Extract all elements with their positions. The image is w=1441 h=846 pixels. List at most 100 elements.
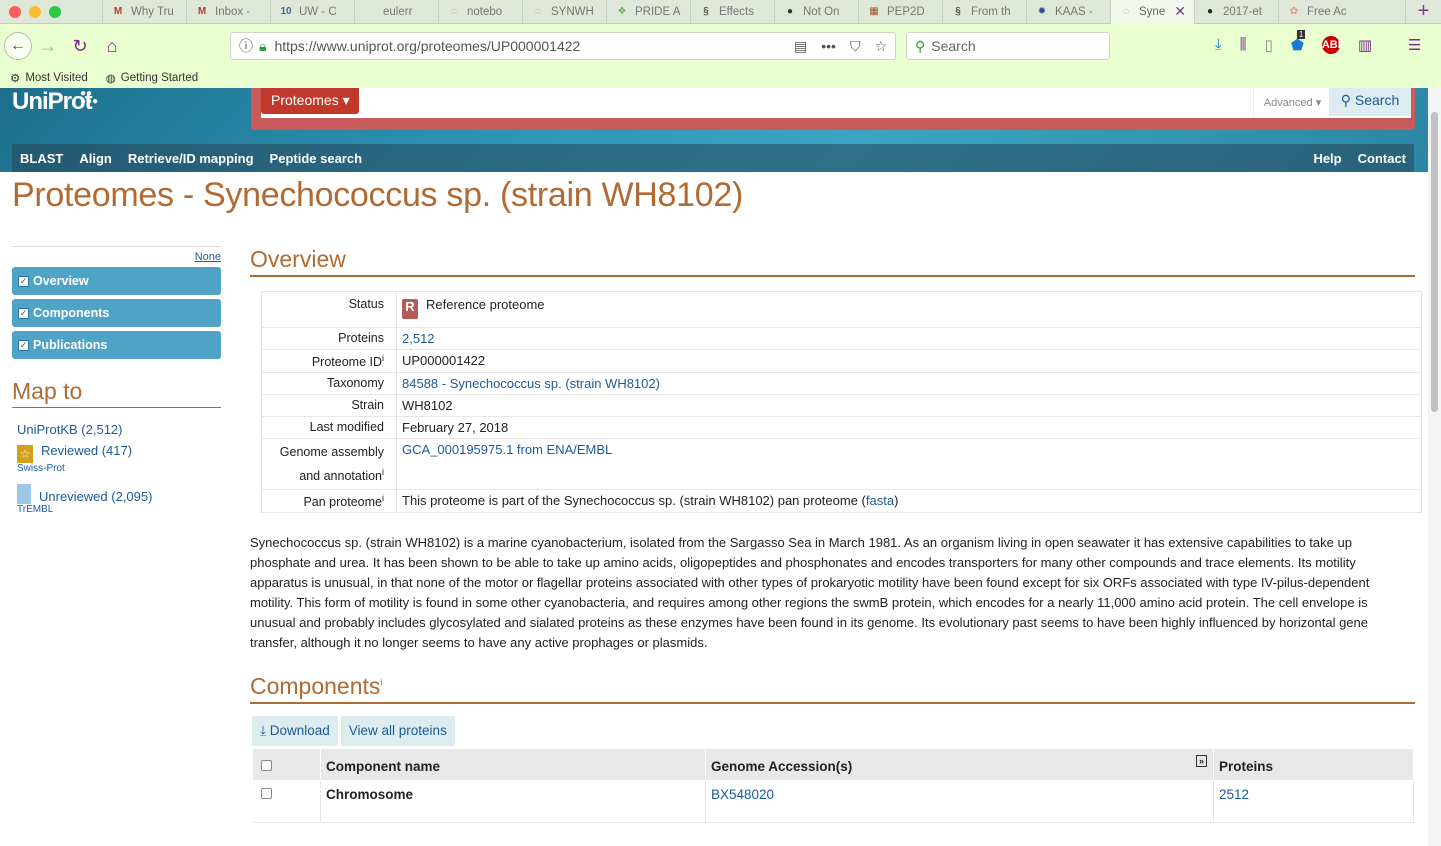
arrow-right-icon: → [39, 35, 57, 56]
tab-favicon-icon: M [113, 6, 123, 17]
row-checkbox[interactable] [260, 788, 272, 800]
back-button[interactable]: ← [4, 32, 32, 60]
pan-proteome-key: Pan proteomei [261, 489, 397, 514]
menu-retrieve[interactable]: Retrieve/ID mapping [128, 151, 254, 166]
dataset-dropdown[interactable]: Proteomes ▾ [261, 88, 359, 114]
pocket-icon[interactable]: ⛉ [850, 38, 861, 55]
tab-label: Not On [803, 5, 840, 18]
checkbox-checked-icon[interactable]: ✓ [18, 307, 29, 319]
bookmark-getting-started[interactable]: ◍ Getting Started [106, 71, 198, 85]
browser-tab[interactable]: ✿ Free Ac [1278, 0, 1362, 24]
proteins-count-link[interactable]: 2512 [1219, 787, 1249, 802]
tab-label: eulerr [383, 5, 413, 18]
genome-accession-link[interactable]: BX548020 [711, 787, 774, 802]
proteins-link[interactable]: 2,512 [402, 331, 435, 346]
select-none-link[interactable]: None [12, 246, 221, 263]
taxonomy-key: Taxonomy [261, 372, 397, 396]
browser-tab[interactable]: eulerr [354, 0, 438, 24]
info-icon[interactable]: i [382, 493, 384, 503]
table-row: Chromosome BX548020 2512 [252, 780, 1414, 824]
checkbox-checked-icon[interactable]: ✓ [18, 339, 29, 351]
bookmark-most-visited[interactable]: ⚙ Most Visited [10, 71, 88, 85]
unreviewed-link[interactable]: Unreviewed (2,095) [39, 489, 152, 504]
proteome-description: Synechococcus sp. (strain WH8102) is a m… [250, 535, 1370, 651]
bookmark-star-icon[interactable]: ☆ [874, 38, 887, 55]
reader-view-icon[interactable]: ▤ [794, 38, 807, 55]
browser-tab[interactable]: ◌ notebo [438, 0, 522, 24]
tab-favicon-icon: § [955, 6, 961, 17]
tab-strip: M Why Tru M Inbox - 10 UW - C eulerr ◌ notebo ◌ SY… [102, 0, 1405, 24]
overview-heading: Overview [250, 246, 1415, 277]
advanced-search-link[interactable]: Advanced ▾ [1253, 88, 1331, 118]
col-proteins[interactable]: Proteins [1213, 748, 1414, 782]
sidebar-icon[interactable]: ▥ [1358, 36, 1372, 54]
query-input[interactable] [361, 88, 1251, 118]
tab-label: PEP2D [887, 5, 925, 18]
browser-tab[interactable]: M Why Tru [102, 0, 186, 24]
page-icon[interactable]: ▯ [1265, 36, 1273, 54]
menu-contact[interactable]: Contact [1358, 151, 1406, 166]
download-icon: ⤓ [260, 723, 270, 739]
minimize-window-button[interactable] [29, 5, 41, 18]
maximize-window-button[interactable] [49, 5, 61, 18]
tab-favicon-icon: ◌ [1123, 6, 1129, 17]
home-button[interactable]: ⌂ [96, 36, 128, 57]
col-component-name[interactable]: Component name [320, 748, 706, 782]
logo-dots-icon: ●● ●●● [80, 88, 99, 107]
map-to-panel: Map to UniProtKB (2,512) ☆ Reviewed (417)… [12, 378, 221, 515]
adblock-icon[interactable]: ABP [1321, 36, 1345, 54]
browser-tab[interactable]: ◌ SYNWH [522, 0, 606, 24]
browser-tab[interactable]: ● Not On [774, 0, 858, 24]
reload-button[interactable]: ↻ [64, 36, 96, 57]
download-button[interactable]: ⤓ Download [252, 716, 338, 747]
info-icon[interactable]: i [380, 678, 382, 688]
info-icon[interactable]: ⓘ [239, 36, 253, 56]
reviewed-link[interactable]: Reviewed (417) [41, 443, 132, 458]
menu-icon[interactable]: ☰ [1408, 36, 1421, 54]
browser-tab[interactable]: § Effects [690, 0, 774, 24]
library-icon[interactable]: ⫼ [1240, 36, 1247, 54]
nav-overview[interactable]: ✓ Overview [12, 267, 221, 295]
close-window-button[interactable] [9, 5, 21, 18]
taxonomy-link[interactable]: 84588 - Synechococcus sp. (strain WH8102… [402, 376, 660, 391]
swiss-prot-label: Swiss-Prot [17, 463, 65, 474]
browser-tab[interactable]: ◌ Syne ✕ [1110, 0, 1194, 24]
column-expand-icon[interactable]: » [1195, 755, 1207, 768]
genome-assembly-link[interactable]: GCA_000195975.1 from ENA/EMBL [402, 442, 612, 457]
browser-tab[interactable]: ▦ PEP2D [858, 0, 942, 24]
download-icon[interactable]: ⤓ [1215, 36, 1222, 54]
browser-tab[interactable]: ● 2017-et [1194, 0, 1278, 24]
menu-help[interactable]: Help [1313, 151, 1341, 166]
view-all-proteins-button[interactable]: View all proteins [340, 716, 455, 747]
browser-tab[interactable]: M Inbox - [186, 0, 270, 24]
extension-notification-icon[interactable]: ⬟ 1 [1291, 30, 1306, 54]
page-scrollbar[interactable] [1428, 88, 1441, 846]
menu-blast[interactable]: BLAST [20, 151, 63, 166]
nav-components[interactable]: ✓ Components [12, 299, 221, 327]
menu-peptide-search[interactable]: Peptide search [270, 151, 363, 166]
browser-tab[interactable]: ✹ KAAS - [1026, 0, 1110, 24]
nav-publications[interactable]: ✓ Publications [12, 331, 221, 359]
search-button[interactable]: ⚲ Search [1329, 88, 1411, 116]
close-tab-icon[interactable]: ✕ [1174, 3, 1186, 20]
menu-align[interactable]: Align [79, 151, 112, 166]
page-actions-icon[interactable]: ••• [821, 38, 836, 55]
unreviewed-doc-icon [17, 484, 31, 504]
address-bar[interactable]: ⓘ 🔒︎ https://www.uniprot.org/proteomes/U… [230, 32, 896, 60]
col-genome-accession[interactable]: Genome Accession(s) » [705, 748, 1214, 782]
fasta-link[interactable]: fasta [866, 493, 894, 508]
browser-tab[interactable]: 10 UW - C [270, 0, 354, 24]
browser-tab[interactable]: ❖ PRIDE A [606, 0, 690, 24]
uniprotkb-link[interactable]: UniProtKB (2,512) [17, 422, 123, 437]
scrollbar-thumb[interactable] [1431, 112, 1438, 412]
forward-button[interactable]: → [32, 36, 64, 57]
new-tab-button[interactable]: + [1405, 0, 1441, 23]
browser-search-box[interactable]: ⚲ Search [906, 32, 1110, 60]
url-text[interactable]: https://www.uniprot.org/proteomes/UP0000… [274, 38, 580, 54]
checkbox-checked-icon[interactable]: ✓ [18, 275, 29, 287]
info-icon[interactable]: i [382, 467, 384, 477]
browser-tab[interactable]: § From th [942, 0, 1026, 24]
select-all-checkbox[interactable] [261, 760, 272, 772]
status-text: Reference proteome [426, 297, 545, 312]
info-icon[interactable]: i [382, 353, 384, 363]
